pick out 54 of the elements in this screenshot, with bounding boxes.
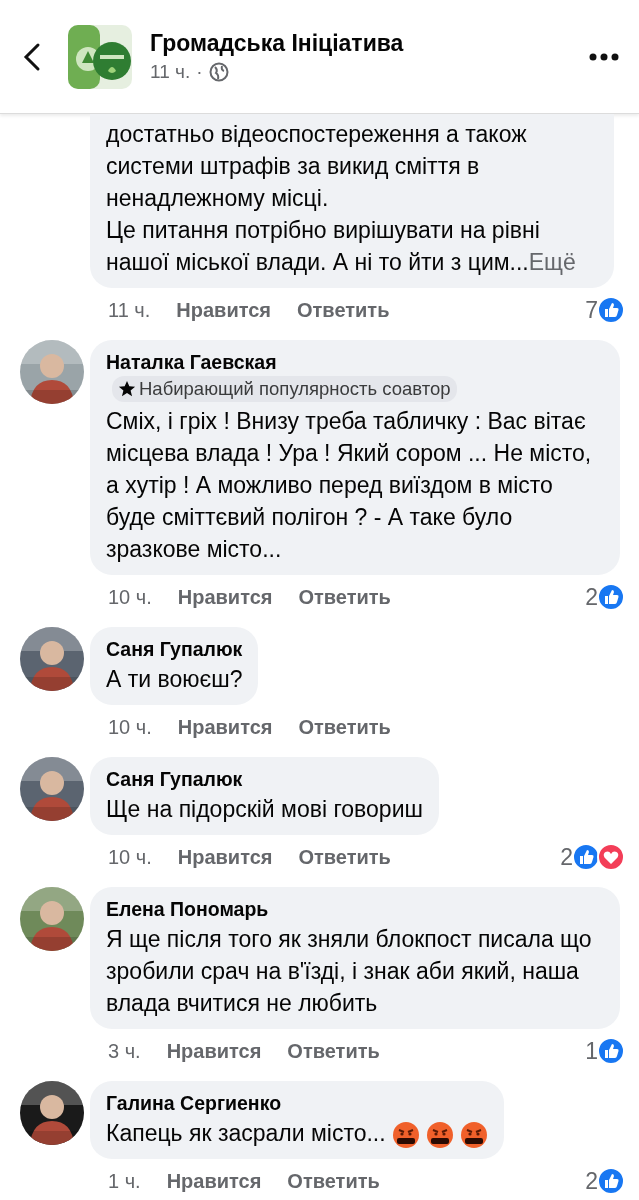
- like-button[interactable]: Нравится: [166, 1169, 262, 1193]
- author-name[interactable]: Саня Гупалюк: [106, 768, 243, 790]
- comment-time: 1 ч.: [108, 1169, 141, 1193]
- reply-button[interactable]: Ответить: [298, 845, 391, 869]
- reaction-count: 7: [585, 296, 598, 324]
- reply-button[interactable]: Ответить: [287, 1039, 380, 1063]
- reaction-count: 2: [585, 583, 598, 611]
- like-reaction-icon[interactable]: [597, 1167, 625, 1195]
- post-time: 11 ч.: [150, 61, 191, 83]
- like-button[interactable]: Нравится: [177, 715, 273, 739]
- comment-text: Я ще після того як зняли блокпост писала що зробили срач на в'їзді, і знак аби який, наша влада вчитися не любить: [106, 925, 593, 1018]
- author-name[interactable]: Саня Гупалюк: [106, 638, 243, 660]
- page-name[interactable]: Громадська Ініціатива: [150, 30, 579, 57]
- reaction-count: 2: [560, 843, 573, 871]
- globe-icon: [208, 62, 229, 82]
- see-more-link[interactable]: Ещё: [528, 249, 576, 275]
- comment-text: Сміх, і гріх ! Внизу треба табличку : Вас вітає місцева влада ! Ура ! Який сором ... Не місто, а хутір ! А можливо перед виїздом в місто буде сміттєвий полігон ? - А таке було зразкове місто...: [106, 407, 593, 564]
- comment-text: Ще на підорскій мові говориш: [106, 795, 423, 824]
- author-name[interactable]: Елена Пономарь: [106, 898, 269, 920]
- back-button[interactable]: [22, 41, 42, 72]
- separator-dot: ·: [196, 61, 203, 83]
- comment-text: А ти воюєш?: [106, 665, 243, 694]
- author-name[interactable]: Наталка Гаевская: [106, 351, 277, 373]
- love-reaction-icon[interactable]: [597, 843, 625, 871]
- more-icon: [589, 52, 619, 61]
- reply-button[interactable]: Ответить: [297, 298, 390, 322]
- like-reaction-icon[interactable]: [597, 583, 625, 611]
- cursing-face-icon: [391, 1120, 420, 1149]
- comment-time: 10 ч.: [108, 845, 152, 869]
- like-button[interactable]: Нравится: [166, 1039, 262, 1063]
- star-icon: [118, 380, 136, 398]
- like-reaction-icon[interactable]: [597, 1037, 625, 1065]
- reaction-count: 1: [585, 1037, 598, 1065]
- comment-time: 11 ч.: [108, 298, 151, 322]
- reaction-count: 2: [585, 1167, 598, 1195]
- comment-text: достатньо відеоспостереження а також системи штрафів за викид сміття в ненадлежному місці. Це питання потрібно вирішувати на рівні нашої міської влади. А ні то йти з цим...Ещё: [106, 120, 577, 277]
- like-reaction-icon[interactable]: [572, 843, 600, 871]
- like-reaction-icon[interactable]: [597, 296, 625, 324]
- contributor-badge: Набирающий популярность соавтор: [112, 376, 457, 402]
- more-options-button[interactable]: [589, 52, 619, 61]
- comment-time: 3 ч.: [108, 1039, 141, 1063]
- author-name[interactable]: Галина Сергиенко: [106, 1092, 282, 1114]
- cursing-face-icon: [425, 1120, 454, 1149]
- like-button[interactable]: Нравится: [177, 845, 273, 869]
- comment-time: 10 ч.: [108, 585, 152, 609]
- back-icon: [22, 41, 42, 72]
- cursing-face-icon: [459, 1120, 488, 1149]
- comment-time: 10 ч.: [108, 715, 152, 739]
- like-button[interactable]: Нравится: [176, 298, 271, 322]
- like-button[interactable]: Нравится: [177, 585, 273, 609]
- reply-button[interactable]: Ответить: [298, 715, 391, 739]
- reply-button[interactable]: Ответить: [287, 1169, 380, 1193]
- reply-button[interactable]: Ответить: [298, 585, 391, 609]
- comment-text: Капець як засрали місто...: [106, 1117, 488, 1149]
